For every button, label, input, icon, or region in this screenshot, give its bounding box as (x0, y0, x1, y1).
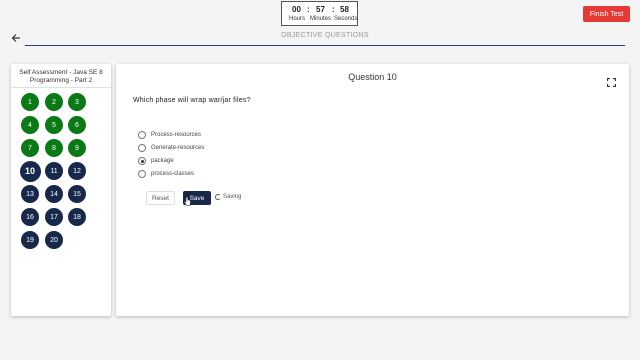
option-label: Generate-resources (151, 145, 205, 151)
question-nav-button-14[interactable]: 14 (45, 185, 63, 203)
saving-label: Saving (223, 194, 242, 200)
question-nav-button-13[interactable]: 13 (21, 185, 39, 203)
divider (25, 45, 625, 46)
timer-separator: : (332, 5, 335, 14)
question-nav-button-9[interactable]: 9 (68, 139, 86, 157)
question-nav-button-11[interactable]: 11 (45, 162, 63, 180)
question-nav-button-20[interactable]: 20 (45, 231, 63, 249)
answer-option[interactable]: Process-resources (138, 130, 201, 140)
question-nav-button-15[interactable]: 15 (68, 185, 86, 203)
hand-cursor-icon (183, 193, 191, 206)
radio-button[interactable] (138, 144, 146, 152)
option-label: Process-resources (151, 132, 202, 138)
countdown-timer: 00 : 57 : 58 Hours Minutes Seconds (281, 1, 358, 26)
question-nav-button-5[interactable]: 5 (45, 116, 63, 134)
section-title: OBJECTIVE QUESTIONS (281, 32, 369, 39)
timer-separator: : (307, 5, 310, 14)
spinner-icon (215, 194, 221, 200)
timer-seconds-label: Seconds (334, 16, 358, 22)
timer-minutes-label: Minutes (310, 16, 332, 22)
back-arrow-icon[interactable] (11, 33, 23, 45)
question-number: Question 10 (348, 72, 397, 82)
question-nav-button-3[interactable]: 3 (68, 93, 86, 111)
question-nav-button-10[interactable]: 10 (19, 160, 41, 182)
reset-button[interactable]: Reset (146, 191, 175, 205)
saving-indicator: Saving (215, 194, 241, 200)
timer-hours-label: Hours (289, 16, 306, 22)
question-nav-button-7[interactable]: 7 (21, 139, 39, 157)
fullscreen-icon[interactable] (606, 74, 617, 88)
question-navigator: Self Assessment - Java SE 8 Programming … (11, 64, 111, 316)
assessment-title: Self Assessment - Java SE 8 Programming … (19, 69, 103, 84)
question-nav-button-16[interactable]: 16 (21, 208, 39, 226)
question-nav-button-2[interactable]: 2 (45, 93, 63, 111)
radio-button[interactable] (138, 170, 146, 178)
divider (11, 87, 111, 88)
question-nav-button-4[interactable]: 4 (21, 116, 39, 134)
question-nav-button-19[interactable]: 19 (21, 231, 39, 249)
question-nav-button-1[interactable]: 1 (21, 93, 39, 111)
timer-hours: 00 (292, 5, 301, 14)
option-label: package (151, 158, 174, 164)
question-text: Which phase will wrap war/jar files? (133, 97, 251, 104)
radio-button-selected[interactable] (138, 157, 146, 165)
timer-seconds: 58 (340, 5, 349, 14)
question-nav-button-12[interactable]: 12 (68, 162, 86, 180)
question-panel: Question 10 Which phase will wrap war/ja… (116, 64, 629, 316)
answer-option[interactable]: process-classes (138, 169, 194, 179)
finish-test-button[interactable]: Finish Test (583, 6, 630, 22)
option-label: process-classes (151, 171, 195, 177)
radio-button[interactable] (138, 131, 146, 139)
answer-option[interactable]: package (138, 156, 174, 166)
question-nav-button-17[interactable]: 17 (45, 208, 63, 226)
question-nav-button-18[interactable]: 18 (68, 208, 86, 226)
answer-option[interactable]: Generate-resources (138, 143, 204, 153)
timer-minutes: 57 (316, 5, 325, 14)
question-nav-button-8[interactable]: 8 (45, 139, 63, 157)
question-nav-button-6[interactable]: 6 (68, 116, 86, 134)
